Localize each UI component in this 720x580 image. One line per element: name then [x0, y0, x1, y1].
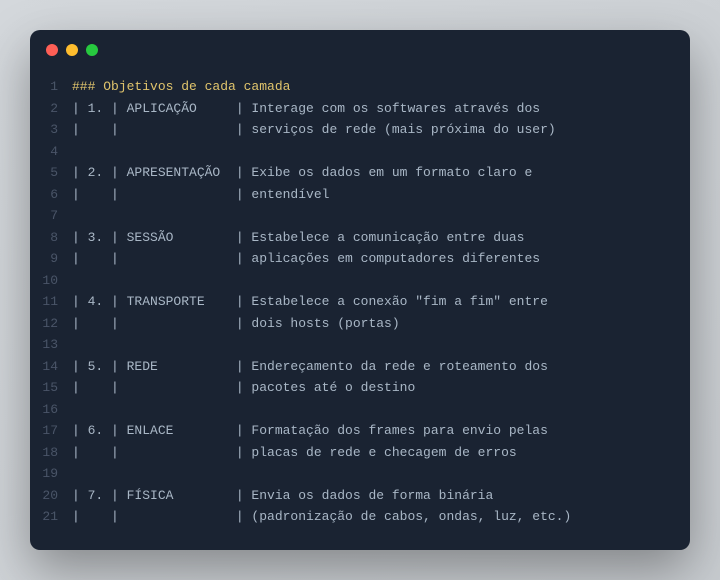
- code-line: 15| | | pacotes até o destino: [30, 377, 690, 399]
- close-icon[interactable]: [46, 44, 58, 56]
- editor-window: 1 ### Objetivos de cada camada 2| 1. | A…: [30, 30, 690, 550]
- code-line: 13: [30, 334, 690, 356]
- window-titlebar: [30, 30, 690, 70]
- code-line: 20| 7. | FÍSICA | Envia os dados de form…: [30, 485, 690, 507]
- line-number: 19: [30, 463, 72, 485]
- code-line: 17| 6. | ENLACE | Formatação dos frames …: [30, 420, 690, 442]
- code-text: | 2. | APRESENTAÇÃO | Exibe os dados em …: [72, 162, 532, 184]
- code-line: 19: [30, 463, 690, 485]
- line-number: 11: [30, 291, 72, 313]
- line-number: 17: [30, 420, 72, 442]
- line-number: 16: [30, 399, 72, 421]
- code-line: 2| 1. | APLICAÇÃO | Interage com os soft…: [30, 98, 690, 120]
- maximize-icon[interactable]: [86, 44, 98, 56]
- code-line: 10: [30, 270, 690, 292]
- line-number: 2: [30, 98, 72, 120]
- code-line: 1 ### Objetivos de cada camada: [30, 76, 690, 98]
- code-line: 6| | | entendível: [30, 184, 690, 206]
- code-line: 16: [30, 399, 690, 421]
- line-number: 4: [30, 141, 72, 163]
- line-number: 15: [30, 377, 72, 399]
- line-number: 8: [30, 227, 72, 249]
- code-text: | | | dois hosts (portas): [72, 313, 400, 335]
- line-number: 3: [30, 119, 72, 141]
- code-text: | | | serviços de rede (mais próxima do …: [72, 119, 556, 141]
- heading-text: ### Objetivos de cada camada: [72, 76, 290, 98]
- line-number: 20: [30, 485, 72, 507]
- code-line: 7: [30, 205, 690, 227]
- minimize-icon[interactable]: [66, 44, 78, 56]
- code-line: 11| 4. | TRANSPORTE | Estabelece a conex…: [30, 291, 690, 313]
- code-text: | 1. | APLICAÇÃO | Interage com os softw…: [72, 98, 540, 120]
- line-number: 5: [30, 162, 72, 184]
- code-line: 5| 2. | APRESENTAÇÃO | Exibe os dados em…: [30, 162, 690, 184]
- line-number: 13: [30, 334, 72, 356]
- code-line: 18| | | placas de rede e checagem de err…: [30, 442, 690, 464]
- code-line: 4: [30, 141, 690, 163]
- code-text: | | | placas de rede e checagem de erros: [72, 442, 517, 464]
- line-number: 7: [30, 205, 72, 227]
- code-area: 1 ### Objetivos de cada camada 2| 1. | A…: [30, 70, 690, 550]
- code-line: 9| | | aplicações em computadores difere…: [30, 248, 690, 270]
- code-text: | 6. | ENLACE | Formatação dos frames pa…: [72, 420, 548, 442]
- line-number: 14: [30, 356, 72, 378]
- code-text: | | | (padronização de cabos, ondas, luz…: [72, 506, 571, 528]
- line-number: 18: [30, 442, 72, 464]
- line-number: 12: [30, 313, 72, 335]
- code-text: | | | pacotes até o destino: [72, 377, 415, 399]
- code-text: | 3. | SESSÃO | Estabelece a comunicação…: [72, 227, 524, 249]
- code-line: 21| | | (padronização de cabos, ondas, l…: [30, 506, 690, 528]
- code-text: | 5. | REDE | Endereçamento da rede e ro…: [72, 356, 548, 378]
- code-line: 3| | | serviços de rede (mais próxima do…: [30, 119, 690, 141]
- code-text: | 7. | FÍSICA | Envia os dados de forma …: [72, 485, 493, 507]
- code-text: | | | entendível: [72, 184, 329, 206]
- line-number: 9: [30, 248, 72, 270]
- code-line: 14| 5. | REDE | Endereçamento da rede e …: [30, 356, 690, 378]
- line-number: 1: [30, 76, 72, 98]
- line-number: 6: [30, 184, 72, 206]
- code-text: | 4. | TRANSPORTE | Estabelece a conexão…: [72, 291, 548, 313]
- line-number: 10: [30, 270, 72, 292]
- code-line: 12| | | dois hosts (portas): [30, 313, 690, 335]
- line-number: 21: [30, 506, 72, 528]
- code-line: 8| 3. | SESSÃO | Estabelece a comunicaçã…: [30, 227, 690, 249]
- code-text: | | | aplicações em computadores diferen…: [72, 248, 540, 270]
